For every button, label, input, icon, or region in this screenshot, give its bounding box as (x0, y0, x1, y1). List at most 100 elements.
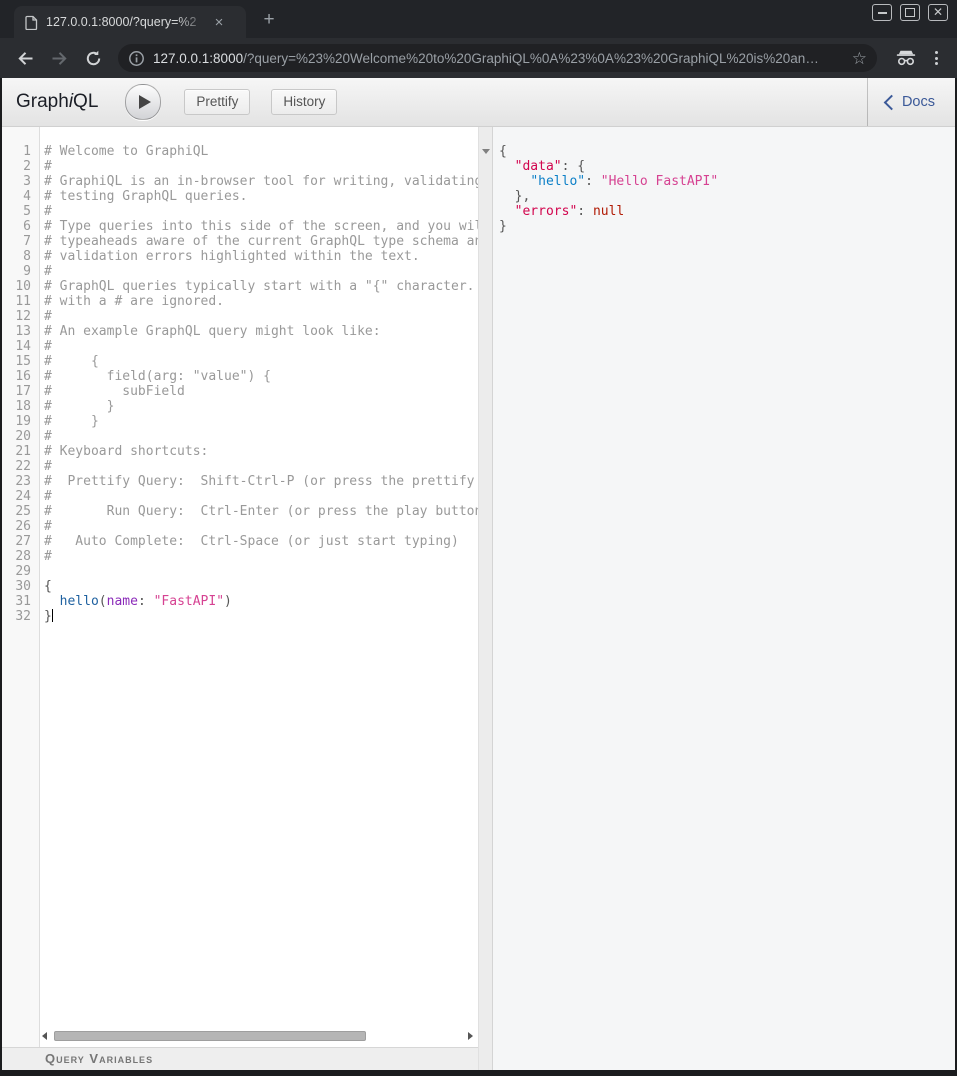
play-icon (139, 95, 151, 109)
code-line: # (44, 519, 478, 534)
code-line: # Auto Complete: Ctrl-Space (or just sta… (44, 534, 478, 549)
scroll-left-icon[interactable] (42, 1032, 47, 1040)
new-tab-button[interactable]: + (258, 9, 280, 31)
address-bar[interactable]: 127.0.0.1:8000/?query=%23%20Welcome%20to… (118, 44, 877, 72)
line-number: 16 (2, 369, 39, 384)
query-editor[interactable]: 1234567891011121314151617181920212223242… (2, 127, 478, 1047)
code-line: } (499, 219, 955, 234)
result-window: { "data": { "hello": "Hello FastAPI" }, … (493, 127, 955, 1070)
query-variables-header[interactable]: Query Variables (2, 1047, 478, 1070)
line-number: 10 (2, 279, 39, 294)
line-number: 12 (2, 309, 39, 324)
query-variables-title: Query Variables (2, 1052, 153, 1066)
code-line: # GraphQL queries typically start with a… (44, 279, 478, 294)
line-number: 13 (2, 324, 39, 339)
code-line: # testing GraphQL queries. (44, 189, 478, 204)
page-favicon-icon (25, 15, 38, 30)
horizontal-scrollbar[interactable] (40, 1030, 475, 1043)
code-line: # (44, 264, 478, 279)
fold-arrow-icon[interactable] (482, 149, 490, 154)
minimize-icon (878, 12, 887, 14)
line-number: 20 (2, 429, 39, 444)
code-line: # (44, 309, 478, 324)
line-number: 32 (2, 609, 39, 624)
line-number: 24 (2, 489, 39, 504)
incognito-icon (895, 50, 917, 66)
forward-button[interactable] (42, 41, 76, 75)
back-button[interactable] (8, 41, 42, 75)
graphiql-topbar: GraphiQL Prettify History Docs (2, 78, 955, 127)
line-number: 31 (2, 594, 39, 609)
query-code[interactable]: # Welcome to GraphiQL## GraphiQL is an i… (40, 127, 478, 1047)
graphiql-logo: GraphiQL (16, 91, 98, 113)
line-number: 19 (2, 414, 39, 429)
code-line: # } (44, 399, 478, 414)
tab-strip: 127.0.0.1:8000/?query=%2 × + ✕ (0, 0, 957, 38)
code-line: # validation errors highlighted within t… (44, 249, 478, 264)
line-number: 9 (2, 264, 39, 279)
tab-title: 127.0.0.1:8000/?query=%2 (46, 15, 206, 29)
browser-toolbar: 127.0.0.1:8000/?query=%23%20Welcome%20to… (0, 38, 957, 78)
code-line: } (44, 609, 478, 624)
line-number: 2 (2, 159, 39, 174)
line-number: 8 (2, 249, 39, 264)
line-number: 3 (2, 174, 39, 189)
text-cursor (52, 609, 53, 622)
code-line: { (44, 579, 478, 594)
reload-button[interactable] (76, 41, 110, 75)
site-info-icon[interactable] (128, 50, 145, 67)
code-line: "hello": "Hello FastAPI" (499, 174, 955, 189)
code-line: # subField (44, 384, 478, 399)
tab-close-icon[interactable]: × (210, 13, 228, 31)
docs-button[interactable]: Docs (867, 78, 955, 126)
line-number: 30 (2, 579, 39, 594)
code-line: "errors": null (499, 204, 955, 219)
url-text: 127.0.0.1:8000/?query=%23%20Welcome%20to… (153, 51, 844, 66)
code-line: # (44, 429, 478, 444)
maximize-button[interactable] (900, 4, 920, 21)
window-controls: ✕ (872, 4, 948, 21)
line-number: 29 (2, 564, 39, 579)
code-line: # } (44, 414, 478, 429)
code-line: # Keyboard shortcuts: (44, 444, 478, 459)
close-button[interactable]: ✕ (928, 4, 948, 21)
bookmark-star-icon[interactable]: ☆ (852, 50, 867, 67)
line-number: 7 (2, 234, 39, 249)
line-number: 22 (2, 459, 39, 474)
code-line: # { (44, 354, 478, 369)
back-icon (16, 49, 35, 68)
line-number: 21 (2, 444, 39, 459)
code-line: # typeaheads aware of the current GraphQ… (44, 234, 478, 249)
line-number: 5 (2, 204, 39, 219)
code-line: # Type queries into this side of the scr… (44, 219, 478, 234)
scroll-right-icon[interactable] (468, 1032, 473, 1040)
query-pane: 1234567891011121314151617181920212223242… (2, 127, 478, 1070)
execute-button[interactable] (125, 84, 161, 120)
line-number: 17 (2, 384, 39, 399)
scrollbar-thumb[interactable] (54, 1031, 366, 1041)
line-number: 23 (2, 474, 39, 489)
line-number: 14 (2, 339, 39, 354)
minimize-button[interactable] (872, 4, 892, 21)
prettify-button[interactable]: Prettify (184, 89, 250, 115)
code-line: hello(name: "FastAPI") (44, 594, 478, 609)
browser-tab[interactable]: 127.0.0.1:8000/?query=%2 × (14, 6, 246, 38)
code-line: # (44, 339, 478, 354)
url-path: /?query=%23%20Welcome%20to%20GraphiQL%0A… (243, 51, 819, 66)
code-line (44, 564, 478, 579)
code-line: # (44, 549, 478, 564)
code-line: "data": { (499, 159, 955, 174)
close-icon: ✕ (933, 6, 943, 18)
code-line: # (44, 459, 478, 474)
code-line: { (499, 144, 955, 159)
code-line: # (44, 159, 478, 174)
result-fold-gutter[interactable] (478, 127, 493, 1070)
line-number: 4 (2, 189, 39, 204)
line-number: 11 (2, 294, 39, 309)
browser-menu-icon[interactable] (927, 48, 945, 68)
forward-icon (50, 49, 69, 68)
history-button[interactable]: History (271, 89, 337, 115)
maximize-icon (905, 8, 915, 17)
code-line: # (44, 489, 478, 504)
docs-label: Docs (902, 94, 935, 110)
